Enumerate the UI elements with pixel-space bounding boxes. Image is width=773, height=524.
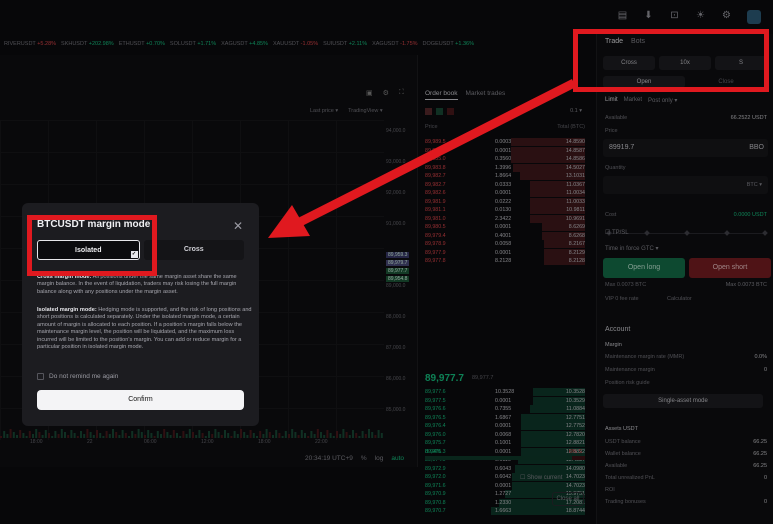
arrow-shaft <box>297 78 577 227</box>
arrow-annotation <box>268 78 577 238</box>
